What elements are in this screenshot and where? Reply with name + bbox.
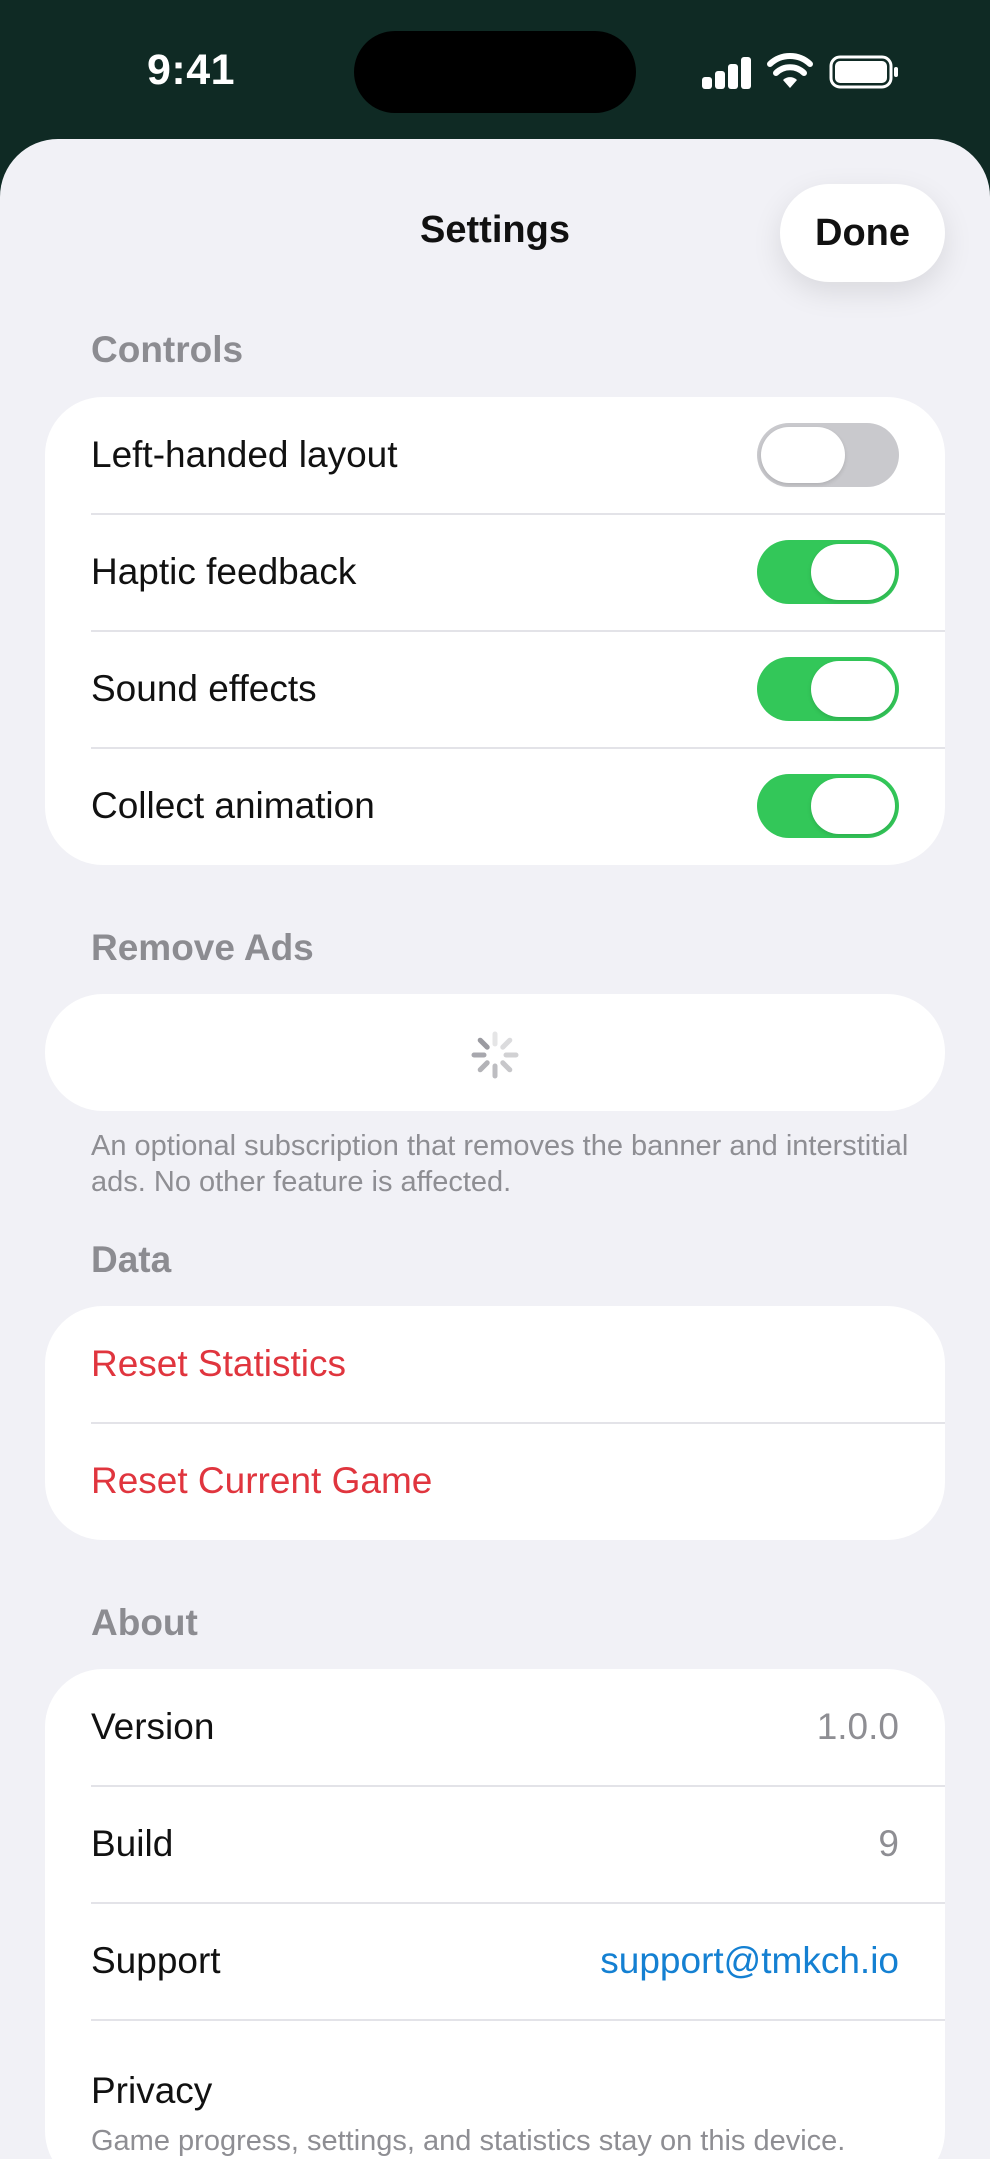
support-email-link[interactable]: support@tmkch.io — [600, 1940, 899, 1982]
left-handed-toggle[interactable] — [757, 423, 899, 487]
setting-row-left-handed[interactable]: Left-handed layout — [91, 397, 899, 513]
build-value: 9 — [878, 1823, 899, 1864]
about-row-privacy: Privacy Game progress, settings, and sta… — [45, 2020, 945, 2159]
dynamic-island — [354, 31, 636, 113]
about-card: Version 1.0.0 Build 9 Support support@tm… — [45, 1669, 945, 2159]
build-label: Build — [91, 1823, 174, 1864]
privacy-description: Game progress, settings, and statistics … — [91, 2125, 846, 2157]
reset-statistics-label: Reset Statistics — [91, 1343, 346, 1384]
remove-ads-footnote: An optional subscription that removes th… — [91, 1130, 909, 1198]
sound-toggle[interactable] — [757, 657, 899, 721]
section-header-controls: Controls — [91, 329, 244, 370]
reset-current-game-label: Reset Current Game — [91, 1460, 433, 1501]
support-label: Support — [91, 1940, 221, 1981]
about-row-build: Build 9 — [91, 1786, 899, 1902]
section-header-about: About — [91, 1602, 198, 1643]
data-card: Reset Statistics Reset Current Game — [45, 1306, 945, 1540]
status-bar: 9:41 — [0, 0, 990, 140]
version-label: Version — [91, 1706, 215, 1747]
collect-animation-toggle[interactable] — [757, 774, 899, 838]
section-header-data: Data — [91, 1239, 172, 1280]
controls-card: Left-handed layout Haptic feedback Sound… — [45, 397, 945, 865]
setting-label: Collect animation — [91, 785, 375, 826]
about-row-version: Version 1.0.0 — [91, 1669, 899, 1785]
wifi-icon — [767, 53, 813, 88]
battery-icon — [829, 55, 898, 89]
remove-ads-card[interactable] — [45, 994, 945, 1111]
done-button[interactable]: Done — [780, 184, 945, 282]
reset-current-game-button[interactable]: Reset Current Game — [91, 1423, 899, 1539]
setting-label: Left-handed layout — [91, 434, 398, 475]
setting-row-sound[interactable]: Sound effects — [91, 631, 899, 747]
status-time: 9:41 — [147, 46, 236, 94]
setting-row-haptic[interactable]: Haptic feedback — [91, 514, 899, 630]
loading-spinner-icon — [471, 1031, 519, 1079]
privacy-label: Privacy — [91, 2070, 213, 2111]
reset-statistics-button[interactable]: Reset Statistics — [91, 1306, 899, 1422]
section-header-remove-ads: Remove Ads — [91, 927, 314, 968]
setting-label: Sound effects — [91, 668, 317, 709]
settings-sheet: Settings Done Controls Left-handed layou… — [0, 139, 990, 2159]
setting-row-collect-animation[interactable]: Collect animation — [91, 748, 899, 864]
cellular-signal-icon — [702, 57, 752, 89]
about-row-support: Support support@tmkch.io — [91, 1903, 899, 2019]
setting-label: Haptic feedback — [91, 551, 357, 592]
haptic-toggle[interactable] — [757, 540, 899, 604]
version-value: 1.0.0 — [816, 1706, 899, 1747]
